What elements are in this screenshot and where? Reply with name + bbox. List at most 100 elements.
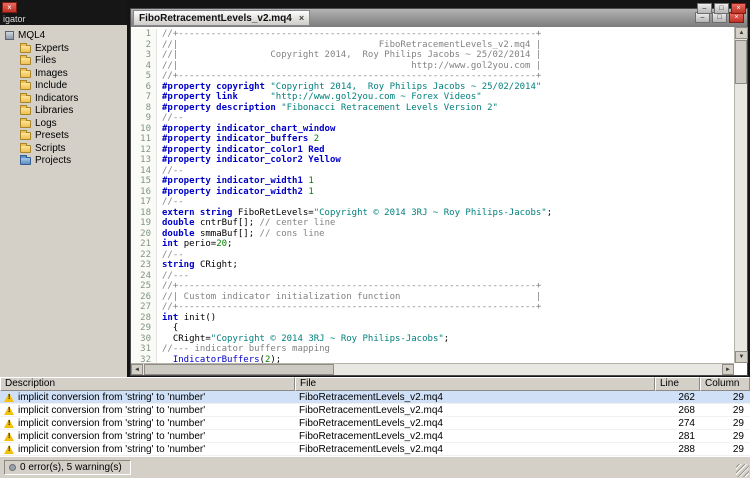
line-number: 23 bbox=[131, 260, 157, 271]
sidebar-item-files[interactable]: Files bbox=[0, 55, 127, 68]
code-line[interactable]: 15#property indicator_width1 1 bbox=[131, 176, 734, 187]
code-line[interactable]: 16#property indicator_width2 1 bbox=[131, 187, 734, 198]
sidebar-item-images[interactable]: Images bbox=[0, 67, 127, 80]
code-text: //| FiboRetracementLevels_v2.mq4 | bbox=[157, 40, 541, 51]
maximize-button[interactable]: □ bbox=[714, 3, 729, 14]
code-line[interactable]: 27//+-----------------------------------… bbox=[131, 302, 734, 313]
code-line[interactable]: 13#property indicator_color2 Yellow bbox=[131, 155, 734, 166]
code-token: init() bbox=[184, 313, 217, 323]
warning-line: 274 bbox=[655, 417, 700, 429]
warning-file: FiboRetracementLevels_v2.mq4 bbox=[295, 404, 655, 416]
code-token: 20 bbox=[216, 239, 227, 249]
code-token: //-- bbox=[162, 166, 184, 176]
sidebar-item-logs[interactable]: Logs bbox=[0, 117, 127, 130]
code-line[interactable]: 10#property indicator_chart_window bbox=[131, 124, 734, 135]
code-token: 1 bbox=[308, 176, 313, 186]
code-line[interactable]: 12#property indicator_color1 Red bbox=[131, 145, 734, 156]
code-line[interactable]: 26//| Custom indicator initialization fu… bbox=[131, 292, 734, 303]
warning-row[interactable]: implicit conversion from 'string' to 'nu… bbox=[0, 391, 750, 404]
metaeditor-window: { "window": { "buttons": {"minimize": "–… bbox=[0, 0, 750, 478]
code-line[interactable]: 17//-- bbox=[131, 197, 734, 208]
warning-row[interactable]: implicit conversion from 'string' to 'nu… bbox=[0, 417, 750, 430]
code-token: extern string bbox=[162, 208, 238, 218]
folder-icon bbox=[20, 120, 31, 128]
warning-column: 29 bbox=[700, 417, 750, 429]
editor-tab[interactable]: FiboRetracementLevels_v2.mq4 × bbox=[133, 10, 310, 26]
column-header-line[interactable]: Line bbox=[655, 377, 700, 391]
code-line[interactable]: 2//| FiboRetracementLevels_v2.mq4 | bbox=[131, 40, 734, 51]
resize-grip-icon[interactable] bbox=[736, 464, 749, 477]
code-line[interactable]: 25//+-----------------------------------… bbox=[131, 281, 734, 292]
code-line[interactable]: 9//-- bbox=[131, 113, 734, 124]
line-number: 14 bbox=[131, 166, 157, 177]
column-header-column[interactable]: Column bbox=[700, 377, 750, 391]
code-line[interactable]: 1//+------------------------------------… bbox=[131, 29, 734, 40]
vertical-scrollbar[interactable]: ▲ ▼ bbox=[734, 27, 747, 363]
code-text: { bbox=[157, 323, 178, 334]
sidebar-item-label: Libraries bbox=[35, 105, 73, 116]
line-number: 24 bbox=[131, 271, 157, 282]
code-token: ); bbox=[270, 355, 281, 364]
horizontal-scroll-thumb[interactable] bbox=[144, 364, 334, 375]
sidebar-item-experts[interactable]: Experts bbox=[0, 42, 127, 55]
code-line[interactable]: 29 { bbox=[131, 323, 734, 334]
column-header-description[interactable]: Description bbox=[0, 377, 295, 391]
code-line[interactable]: 7#property link "http://www.gol2you.com … bbox=[131, 92, 734, 103]
code-token: ; bbox=[547, 208, 552, 218]
code-line[interactable]: 23string CRight; bbox=[131, 260, 734, 271]
code-line[interactable]: 8#property description "Fibonacci Retrac… bbox=[131, 103, 734, 114]
code-line[interactable]: 5//+------------------------------------… bbox=[131, 71, 734, 82]
code-line[interactable]: 18extern string FiboRetLevels="Copyright… bbox=[131, 208, 734, 219]
sidebar-item-scripts[interactable]: Scripts bbox=[0, 142, 127, 155]
folder-blue-icon bbox=[20, 157, 31, 165]
code-line[interactable]: 11#property indicator_buffers 2 bbox=[131, 134, 734, 145]
sidebar-item-mql4[interactable]: MQL4 bbox=[0, 28, 127, 42]
tab-close-icon[interactable]: × bbox=[299, 13, 304, 23]
code-line[interactable]: 32 IndicatorBuffers(2); bbox=[131, 355, 734, 364]
sidebar-item-libraries[interactable]: Libraries bbox=[0, 105, 127, 118]
code-line[interactable]: 28int init() bbox=[131, 313, 734, 324]
scroll-down-icon[interactable]: ▼ bbox=[735, 351, 748, 363]
horizontal-scrollbar[interactable]: ◄ ► bbox=[131, 363, 734, 375]
scroll-up-icon[interactable]: ▲ bbox=[735, 27, 748, 39]
column-header-file[interactable]: File bbox=[295, 377, 655, 391]
code-token: //| FiboRetracementLevels_v2.mq4 | bbox=[162, 40, 541, 50]
code-text: CRight="Copyright © 2014 3RJ ~ Roy Phili… bbox=[157, 334, 449, 345]
sidebar-item-presets[interactable]: Presets bbox=[0, 130, 127, 143]
sidebar-item-projects[interactable]: Projects bbox=[0, 155, 127, 168]
vertical-scroll-thumb[interactable] bbox=[735, 40, 747, 84]
line-number: 19 bbox=[131, 218, 157, 229]
navigator-close-button[interactable]: × bbox=[2, 2, 17, 13]
scroll-right-icon[interactable]: ► bbox=[722, 364, 734, 375]
code-token bbox=[238, 92, 271, 102]
code-line[interactable]: 4//| http://www.gol2you.com | bbox=[131, 61, 734, 72]
scroll-left-icon[interactable]: ◄ bbox=[131, 364, 143, 375]
code-line[interactable]: 3//| Copyright 2014, Roy Philips Jacobs … bbox=[131, 50, 734, 61]
code-line[interactable]: 14 //-- bbox=[131, 166, 734, 177]
line-number: 8 bbox=[131, 103, 157, 114]
code-line[interactable]: 20double smmaBuf[]; // cons line bbox=[131, 229, 734, 240]
code-line[interactable]: 22//-- bbox=[131, 250, 734, 261]
code-line[interactable]: 19double cntrBuf[]; // center line bbox=[131, 218, 734, 229]
code-line[interactable]: 24//--- bbox=[131, 271, 734, 282]
code-line[interactable]: 6#property copyright "Copyright 2014, Ro… bbox=[131, 82, 734, 93]
warning-row[interactable]: implicit conversion from 'string' to 'nu… bbox=[0, 430, 750, 443]
sidebar-item-include[interactable]: Include bbox=[0, 80, 127, 93]
code-line[interactable]: 21int perio=20; bbox=[131, 239, 734, 250]
code-line[interactable]: 30 CRight="Copyright © 2014 3RJ ~ Roy Ph… bbox=[131, 334, 734, 345]
warning-description-cell: implicit conversion from 'string' to 'nu… bbox=[0, 443, 295, 455]
warning-description: implicit conversion from 'string' to 'nu… bbox=[18, 417, 205, 429]
code-text: //-- bbox=[157, 113, 184, 124]
line-number: 17 bbox=[131, 197, 157, 208]
code-editor[interactable]: 1 //+------------------------------------… bbox=[131, 27, 734, 363]
minimize-button[interactable]: – bbox=[697, 3, 712, 14]
code-token: //+-------------------------------------… bbox=[162, 281, 541, 291]
close-button[interactable]: × bbox=[731, 3, 746, 14]
sidebar-item-indicators[interactable]: Indicators bbox=[0, 92, 127, 105]
warning-row[interactable]: implicit conversion from 'string' to 'nu… bbox=[0, 443, 750, 456]
warning-row[interactable]: implicit conversion from 'string' to 'nu… bbox=[0, 404, 750, 417]
editor-window: FiboRetracementLevels_v2.mq4 × – □ × 1//… bbox=[130, 8, 748, 376]
code-line[interactable]: 31//--- indicator buffers mapping bbox=[131, 344, 734, 355]
app-window-controls: – □ × bbox=[697, 3, 746, 14]
code-token: "Copyright © 2014 3RJ ~ Roy Philips-Jaco… bbox=[314, 208, 547, 218]
